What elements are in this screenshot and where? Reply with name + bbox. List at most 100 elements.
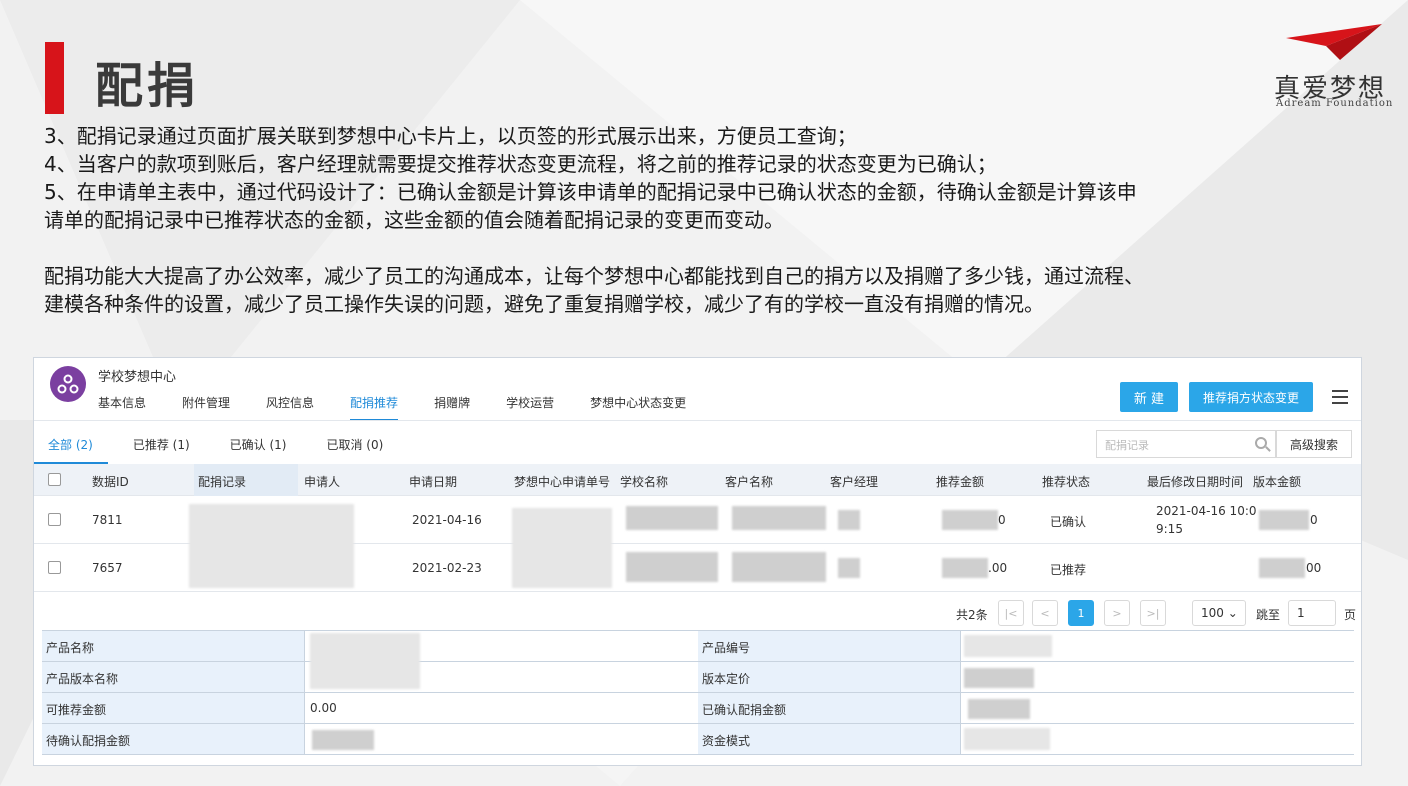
redacted-manager	[838, 558, 860, 578]
col-version-amount[interactable]: 版本金额	[1253, 473, 1301, 490]
advanced-search-button[interactable]: 高级搜索	[1276, 430, 1352, 458]
page-size-value: 100	[1201, 606, 1224, 620]
change-status-button[interactable]: 推荐捐方状态变更	[1189, 382, 1313, 412]
adream-logo: 真爱梦想 Adream Foundation	[1268, 24, 1398, 114]
tab-attachments[interactable]: 附件管理	[182, 394, 230, 421]
detail-row: 产品版本名称 版本定价	[42, 662, 1354, 693]
app-icon	[50, 366, 86, 402]
row-checkbox[interactable]	[48, 561, 61, 574]
logo-en-text: Adream Foundation	[1276, 98, 1394, 109]
table-row[interactable]: 7657 2021-02-23 .00 已推荐 00	[34, 544, 1361, 592]
summary-line-1: 配捐功能大大提高了办公效率，减少了员工的沟通成本，让每个梦想中心都能找到自己的捐…	[44, 264, 1144, 288]
col-matching-record[interactable]: 配捐记录	[194, 464, 298, 496]
label-product-code: 产品编号	[698, 631, 960, 661]
subtab-cancelled[interactable]: 已取消 (0)	[326, 436, 383, 453]
search-placeholder: 配捐记录	[1105, 439, 1149, 452]
redacted-version-price	[964, 668, 1034, 688]
redacted-customer	[732, 552, 826, 582]
cell-apply-date: 2021-02-23	[412, 561, 482, 575]
redacted-amount	[942, 558, 988, 578]
col-application-no[interactable]: 梦想中心申请单号	[514, 473, 610, 490]
column-divider	[960, 662, 961, 692]
pagination: 共2条 |< < 1 > >| 100 ⌄ 跳至 1 页	[34, 596, 1361, 630]
column-divider	[960, 693, 961, 723]
cell-status: 已推荐	[1050, 563, 1087, 577]
jump-label: 跳至	[1256, 608, 1281, 622]
menu-icon[interactable]	[1332, 390, 1348, 404]
cell-modified-date: 2021-04-16 10:0	[1156, 504, 1257, 518]
col-applicant[interactable]: 申请人	[304, 473, 340, 490]
next-page-button[interactable]: >	[1104, 600, 1130, 626]
table-header: 数据ID 配捐记录 申请人 申请日期 梦想中心申请单号 学校名称 客户名称 客户…	[34, 464, 1361, 496]
table-row[interactable]: 7811 2021-04-16 0 已确认 2021-04-16 10:0 9:…	[34, 496, 1361, 588]
redacted-version-amount	[1259, 558, 1305, 578]
col-school-name[interactable]: 学校名称	[620, 473, 668, 490]
paragraph-3: 3、配捐记录通过页面扩展关联到梦想中心卡片上，以页签的形式展示出来，方便员工查询…	[44, 124, 857, 148]
tab-matching-recommend[interactable]: 配捐推荐	[350, 394, 399, 421]
detail-row: 待确认配捐金额 资金模式	[42, 724, 1354, 755]
col-account-manager[interactable]: 客户经理	[830, 473, 878, 490]
detail-row: 产品名称 产品编号	[42, 631, 1354, 689]
label-version-name: 产品版本名称	[42, 662, 304, 692]
column-divider	[960, 631, 961, 661]
chevron-down-icon: ⌄	[1227, 606, 1238, 620]
redacted-amount	[942, 510, 998, 530]
main-tabs: 基本信息 附件管理 风控信息 配捐推荐 捐赠牌 学校运营 梦想中心状态变更	[98, 394, 722, 421]
subtab-all[interactable]: 全部 (2)	[48, 436, 93, 453]
column-divider	[304, 631, 305, 661]
app-name: 学校梦想中心	[98, 370, 177, 385]
cell-apply-date: 2021-04-16	[412, 513, 482, 527]
new-button[interactable]: 新 建	[1120, 382, 1178, 412]
first-page-button[interactable]: |<	[998, 600, 1024, 626]
page-unit: 页	[1344, 608, 1357, 622]
col-data-id[interactable]: 数据ID	[92, 473, 129, 490]
redacted-school	[626, 552, 718, 582]
col-recommend-status[interactable]: 推荐状态	[1042, 473, 1090, 490]
redacted-version-amount	[1259, 510, 1309, 530]
row-checkbox[interactable]	[48, 513, 61, 526]
tab-center-status-change[interactable]: 梦想中心状态变更	[590, 394, 686, 421]
subtab-recommended[interactable]: 已推荐 (1)	[133, 436, 190, 453]
status-subtabs: 全部 (2) 已推荐 (1) 已确认 (1) 已取消 (0)	[48, 436, 423, 453]
column-divider	[304, 724, 305, 754]
tab-school-operation[interactable]: 学校运营	[506, 394, 554, 421]
search-icon[interactable]	[1255, 437, 1267, 449]
subtab-confirmed[interactable]: 已确认 (1)	[230, 436, 287, 453]
jump-page-input[interactable]: 1	[1288, 600, 1336, 626]
col-recommend-amount[interactable]: 推荐金额	[936, 473, 984, 490]
value-recommendable-amount: 0.00	[310, 701, 337, 715]
redacted-confirmed-amount	[968, 699, 1030, 719]
cell-version-tail: 00	[1306, 561, 1322, 575]
header-divider	[34, 420, 1361, 421]
redacted-product-code	[964, 635, 1052, 657]
column-divider	[960, 724, 961, 754]
col-last-modified[interactable]: 最后修改日期时间	[1147, 473, 1243, 490]
label-fund-mode: 资金模式	[698, 724, 960, 754]
search-input[interactable]: 配捐记录	[1096, 430, 1276, 458]
redacted-fund-mode	[964, 728, 1050, 750]
summary-line-2: 建模各种条件的设置，减少了员工操作失误的问题，避免了重复捐赠学校，减少了有的学校…	[44, 292, 1044, 316]
paper-plane-icon	[1286, 24, 1382, 60]
label-product-name: 产品名称	[42, 631, 304, 661]
select-all-checkbox[interactable]	[48, 473, 61, 486]
prev-page-button[interactable]: <	[1032, 600, 1058, 626]
product-detail-form: 产品名称 产品编号 产品版本名称 版本定价 可推荐金额 0.00 已确认配捐金额…	[42, 630, 1354, 755]
current-page[interactable]: 1	[1068, 600, 1094, 626]
title-accent-bar	[45, 42, 64, 114]
column-divider	[304, 662, 305, 692]
detail-row: 可推荐金额 0.00 已确认配捐金额	[42, 693, 1354, 724]
col-customer-name[interactable]: 客户名称	[725, 473, 773, 490]
cell-amount-tail: 0	[998, 513, 1006, 527]
redacted-customer	[732, 506, 826, 530]
last-page-button[interactable]: >|	[1140, 600, 1166, 626]
paragraph-5b: 请单的配捐记录中已推荐状态的金额，这些金额的值会随着配捐记录的变更而变动。	[44, 208, 784, 232]
cell-status: 已确认	[1050, 515, 1087, 529]
col-apply-date[interactable]: 申请日期	[409, 473, 457, 490]
tab-risk-info[interactable]: 风控信息	[266, 394, 314, 421]
cell-version-tail: 0	[1310, 513, 1318, 527]
tab-donation-plaque[interactable]: 捐赠牌	[434, 394, 470, 421]
page-size-select[interactable]: 100 ⌄	[1192, 600, 1246, 626]
total-count: 共2条	[956, 608, 988, 622]
tab-basic-info[interactable]: 基本信息	[98, 394, 146, 421]
paragraph-5a: 5、在申请单主表中，通过代码设计了：已确认金额是计算该申请单的配捐记录中已确认状…	[44, 180, 1137, 204]
